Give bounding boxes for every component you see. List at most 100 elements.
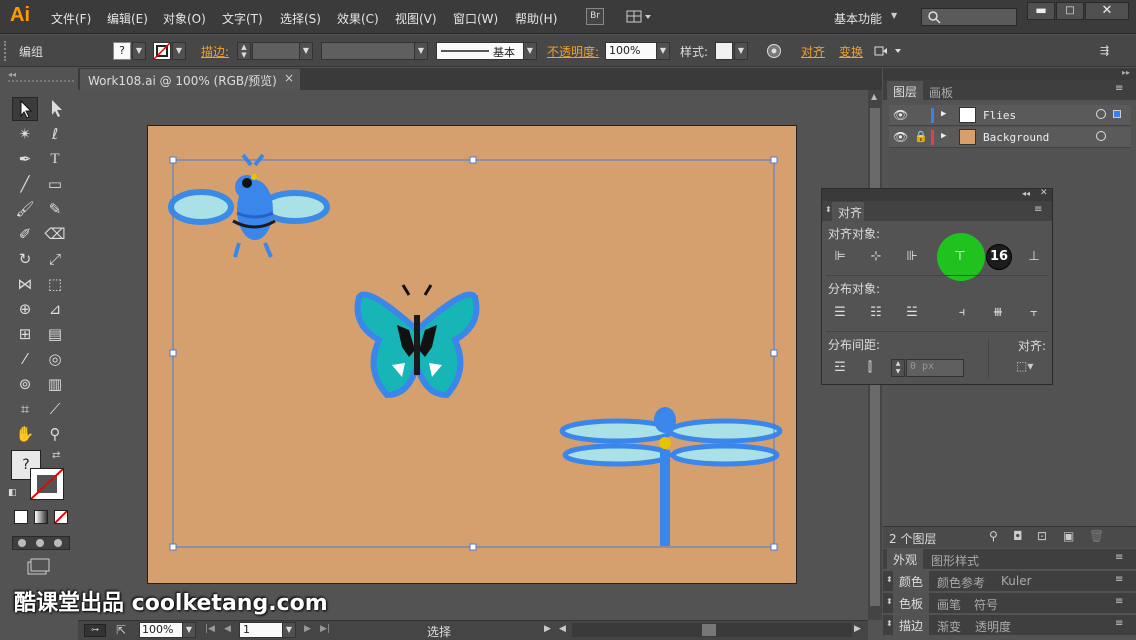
artboard-number-field[interactable]: 1 xyxy=(239,622,283,638)
lasso-tool-icon[interactable]: ℓ xyxy=(42,122,68,146)
menu-file[interactable]: 文件(F) xyxy=(51,10,91,27)
zoom-tool-icon[interactable]: ⚲ xyxy=(42,422,68,446)
symbol-sprayer-tool-icon[interactable]: ⊚ xyxy=(12,372,38,396)
collapse-panel-icon[interactable]: ◂◂ xyxy=(1022,189,1030,198)
brush-dropdown[interactable]: ▼ xyxy=(523,42,537,60)
fill-swatch[interactable]: ? xyxy=(113,42,131,60)
bridge-button[interactable]: Br xyxy=(586,8,604,25)
stroke-color-box[interactable] xyxy=(30,468,64,500)
hand-tool-icon[interactable]: ✋ xyxy=(12,422,38,446)
layer-name[interactable]: Flies xyxy=(983,109,1016,122)
blob-brush-tool-icon[interactable]: ✐ xyxy=(12,222,38,246)
tab-layers[interactable]: 图层 xyxy=(887,81,924,100)
fill-dropdown[interactable]: ▼ xyxy=(132,42,146,60)
slice-tool-icon[interactable]: ⟋ xyxy=(42,397,68,421)
screen-mode-icon[interactable] xyxy=(26,558,50,576)
distribute-left-icon[interactable]: ⫞ xyxy=(952,303,972,323)
tab-color[interactable]: 颜色 xyxy=(893,571,930,591)
recolor-artwork-icon[interactable] xyxy=(766,43,782,59)
horizontal-align-right-icon[interactable]: ⊪ xyxy=(902,247,922,267)
spacing-stepper[interactable]: ▲ ▼ xyxy=(891,359,905,377)
visibility-eye-icon[interactable]: 👁 xyxy=(893,108,908,122)
line-tool-icon[interactable]: ╱ xyxy=(12,172,38,196)
magic-wand-tool-icon[interactable]: ✴ xyxy=(12,122,38,146)
stroke-weight-field[interactable] xyxy=(252,42,300,60)
brush-definition-field[interactable]: 基本 xyxy=(436,42,524,60)
dragonfly-artwork[interactable] xyxy=(559,407,783,546)
new-layer-icon[interactable]: ▣ xyxy=(1063,529,1074,543)
spacing-value-field[interactable]: 0 px xyxy=(906,359,964,377)
panel-menu-icon[interactable]: ≡ xyxy=(1115,83,1123,94)
bee-artwork[interactable] xyxy=(168,153,330,258)
menu-select[interactable]: 选择(S) xyxy=(280,10,321,27)
panel-expand-icon[interactable]: ⬍ xyxy=(886,619,893,628)
horizontal-scrollbar[interactable] xyxy=(572,623,852,637)
new-sublayer-icon[interactable]: ⊡ xyxy=(1037,529,1047,543)
dock-collapse-icon[interactable]: ▸▸ xyxy=(883,68,1136,80)
pen-tool-icon[interactable]: ✒ xyxy=(12,147,38,171)
scroll-left-icon[interactable]: ◀ xyxy=(559,624,566,634)
visibility-eye-icon[interactable]: 👁 xyxy=(893,130,908,144)
distribute-top-icon[interactable]: ☰ xyxy=(830,303,850,323)
butterfly-artwork[interactable] xyxy=(354,284,480,399)
perspective-grid-tool-icon[interactable]: ⊿ xyxy=(42,297,68,321)
workspace-switcher[interactable]: 基本功能 xyxy=(834,10,882,27)
layer-row-background[interactable]: 👁 🔒 ▶ Background xyxy=(889,127,1131,148)
color-mode-icon[interactable] xyxy=(14,510,28,524)
direct-selection-tool-icon[interactable] xyxy=(42,97,68,121)
layer-name[interactable]: Background xyxy=(983,131,1049,144)
maximize-button[interactable]: □ xyxy=(1056,2,1084,20)
layer-row-flies[interactable]: 👁 ▶ Flies xyxy=(889,105,1131,126)
first-artboard-icon[interactable]: |◀ xyxy=(205,624,215,634)
pencil-tool-icon[interactable]: ✎ xyxy=(42,197,68,221)
status-icon[interactable]: ⊶ xyxy=(84,624,106,637)
profile-dropdown[interactable]: ▼ xyxy=(414,42,428,60)
gradient-mode-icon[interactable] xyxy=(34,510,48,524)
tab-transparency[interactable]: 透明度 xyxy=(969,616,1017,637)
tab-graphic-styles[interactable]: 图形样式 xyxy=(925,550,985,571)
expand-triangle-icon[interactable]: ▶ xyxy=(941,109,946,119)
menu-view[interactable]: 视图(V) xyxy=(395,10,437,27)
align-to-selection-dropdown[interactable]: ⬚▾ xyxy=(1016,359,1046,377)
horizontal-distribute-space-icon[interactable]: ⫿ xyxy=(860,358,880,378)
vertical-align-bottom-icon[interactable]: ⊥ xyxy=(1024,247,1044,267)
horizontal-scroll-thumb[interactable] xyxy=(702,624,716,636)
opacity-field[interactable]: 100% xyxy=(605,42,657,60)
control-bar-menu-icon[interactable]: ⇶ xyxy=(1100,44,1118,58)
artboard-dropdown[interactable]: ▼ xyxy=(282,622,296,638)
none-mode-icon[interactable] xyxy=(54,510,68,524)
horizontal-align-center-icon[interactable]: ⊹ xyxy=(866,247,886,267)
tab-artboards[interactable]: 画板 xyxy=(923,82,959,103)
last-artboard-icon[interactable]: ▶| xyxy=(320,624,330,634)
panel-menu-icon[interactable]: ≡ xyxy=(1115,552,1123,563)
menu-window[interactable]: 窗口(W) xyxy=(453,10,498,27)
expand-triangle-icon[interactable]: ▶ xyxy=(941,131,946,141)
stroke-dropdown[interactable]: ▼ xyxy=(172,42,186,60)
document-tab[interactable]: Work108.ai @ 100% (RGB/预览) × xyxy=(80,69,300,90)
distribute-vcenter-icon[interactable]: ☷ xyxy=(866,303,886,323)
panel-menu-icon[interactable]: ≡ xyxy=(1115,574,1123,585)
mesh-tool-icon[interactable]: ⊞ xyxy=(12,322,38,346)
stroke-panel-link[interactable]: 描边: xyxy=(201,43,229,60)
horizontal-align-left-icon[interactable]: ⊫ xyxy=(830,247,850,267)
make-clipping-mask-icon[interactable]: ◘ xyxy=(1013,529,1023,543)
arrange-documents-icon[interactable] xyxy=(626,9,652,24)
shape-builder-tool-icon[interactable]: ⊕ xyxy=(12,297,38,321)
eraser-tool-icon[interactable]: ⌫ xyxy=(42,222,68,246)
menu-object[interactable]: 对象(O) xyxy=(163,10,206,27)
panel-menu-icon[interactable]: ≡ xyxy=(1034,204,1042,215)
search-input[interactable] xyxy=(921,8,1017,26)
vertical-distribute-space-icon[interactable]: ☲ xyxy=(830,358,850,378)
tab-stroke[interactable]: 描边 xyxy=(893,615,930,635)
artboard-tool-icon[interactable]: ⌗ xyxy=(12,397,38,421)
opacity-panel-link[interactable]: 不透明度: xyxy=(547,43,599,60)
width-tool-icon[interactable]: ⋈ xyxy=(12,272,38,296)
panel-collapse-icon[interactable]: ◂◂ xyxy=(8,71,74,79)
distribute-right-icon[interactable]: ⫟ xyxy=(1024,303,1044,323)
rotate-tool-icon[interactable]: ↻ xyxy=(12,247,38,271)
type-tool-icon[interactable]: T xyxy=(42,147,68,171)
status-menu-icon[interactable]: ▶ xyxy=(544,624,551,634)
transform-panel-link[interactable]: 变换 xyxy=(839,43,863,60)
align-panel-titlebar[interactable]: ◂◂ ✕ xyxy=(822,188,1052,201)
menu-help[interactable]: 帮助(H) xyxy=(515,10,557,27)
